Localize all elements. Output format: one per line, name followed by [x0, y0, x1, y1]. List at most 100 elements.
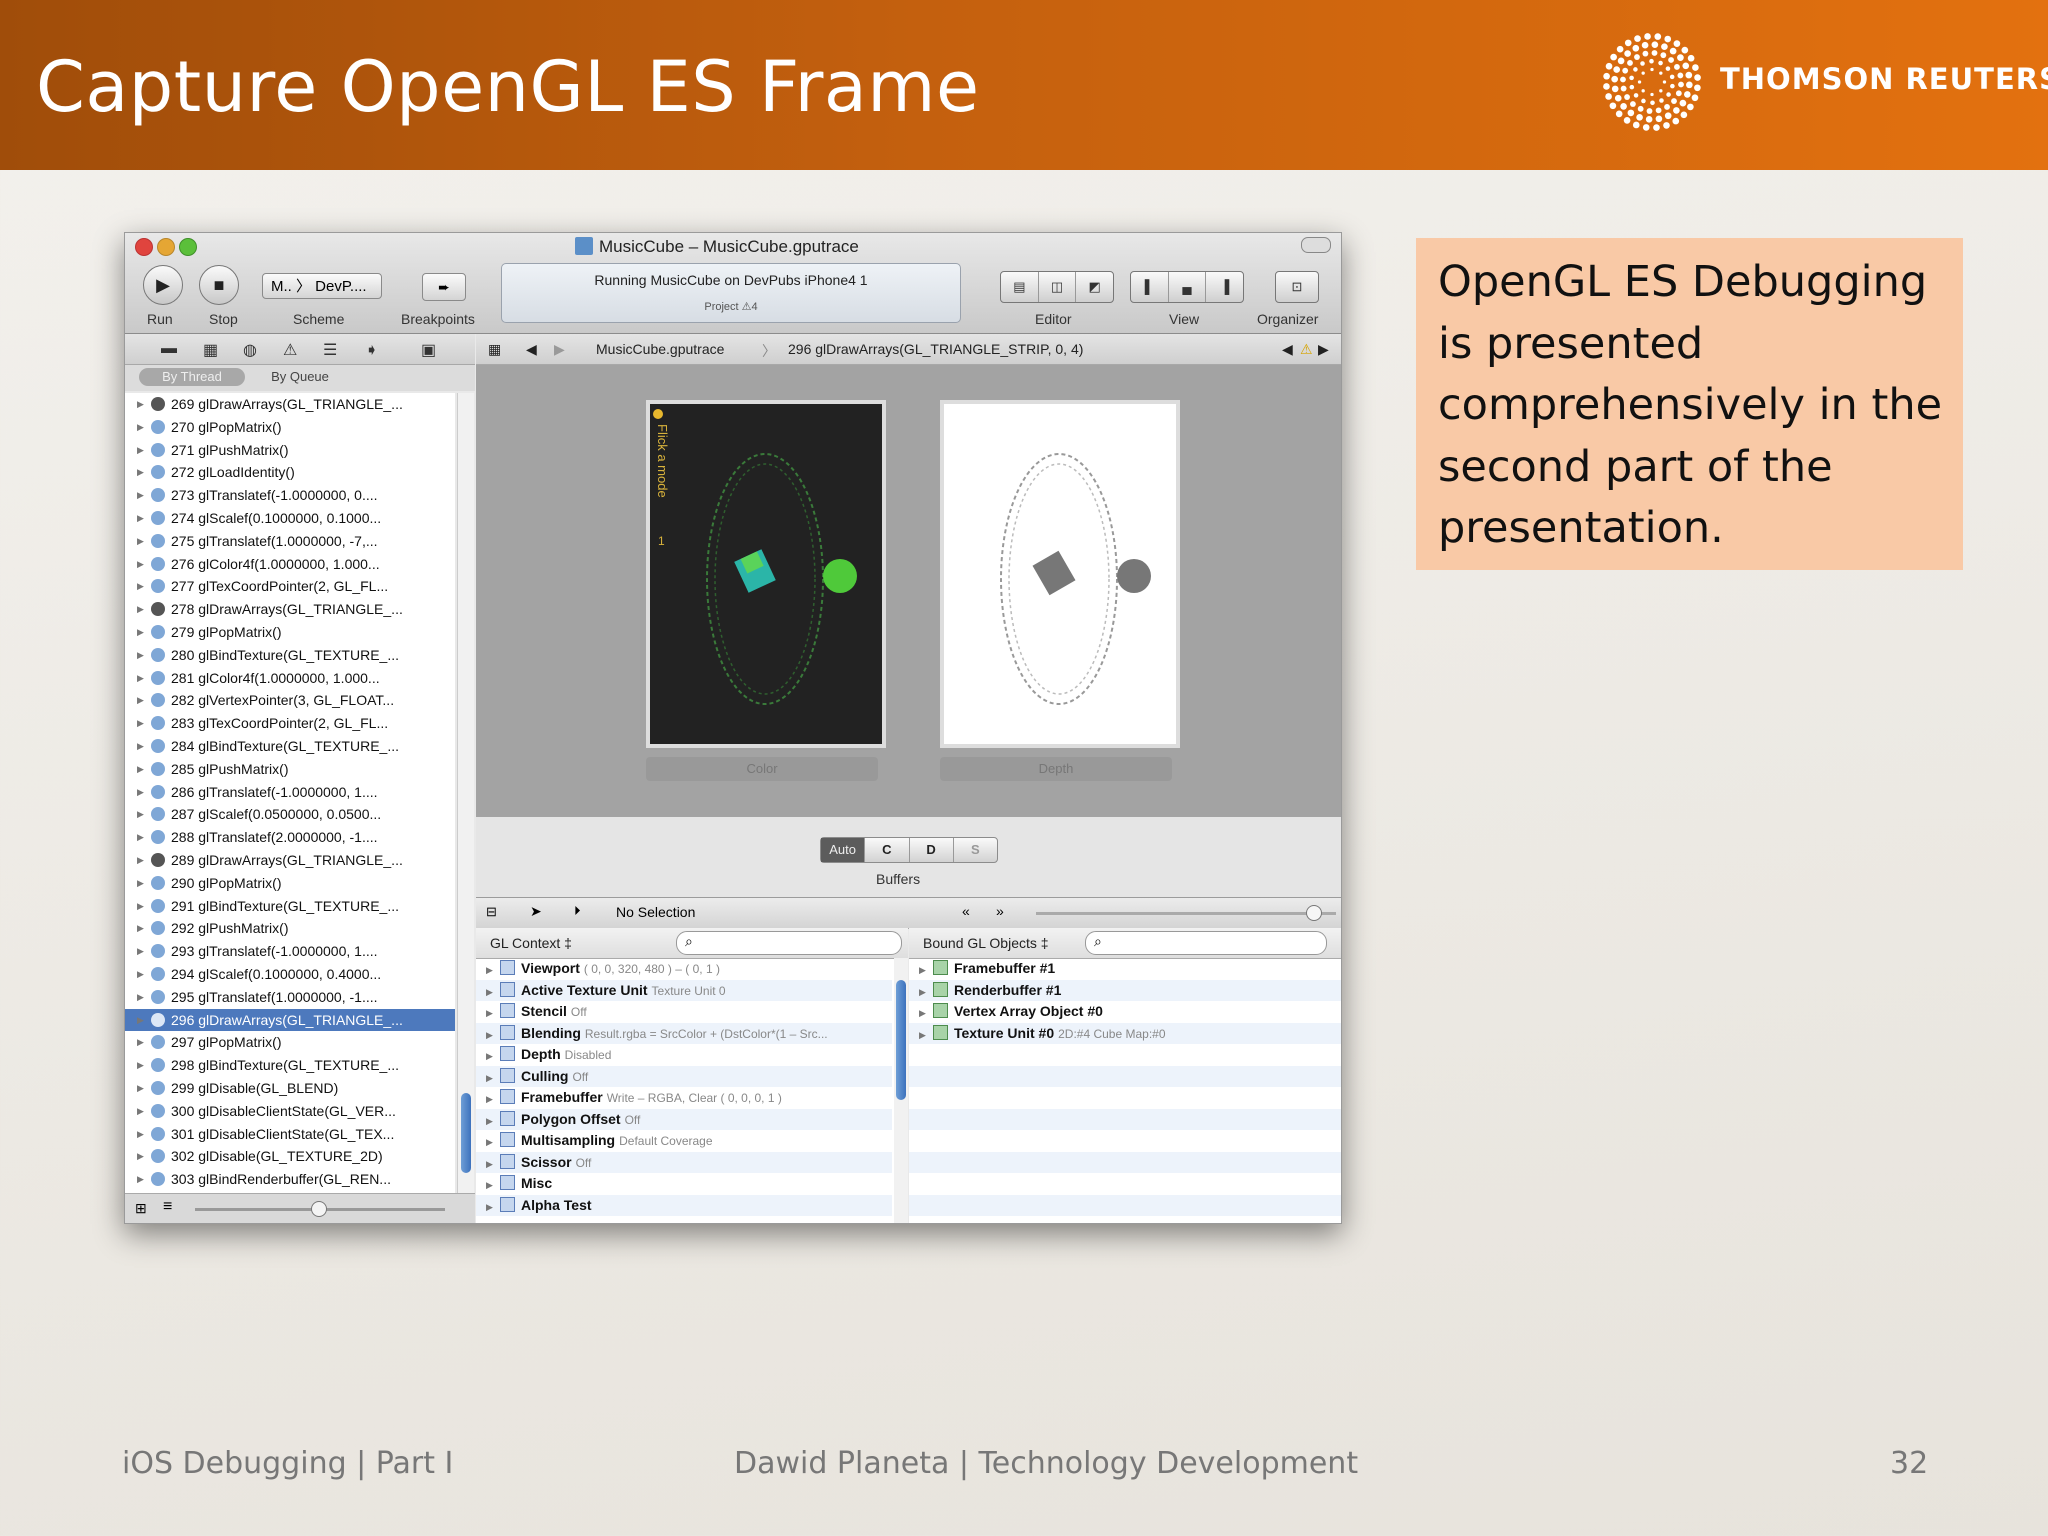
disclosure-triangle-icon[interactable]: ▶: [137, 781, 144, 804]
navigator-scroll-thumb[interactable]: [461, 1093, 471, 1173]
disclosure-triangle-icon[interactable]: ▶: [137, 849, 144, 872]
call-row[interactable]: ▶ 286 glTranslatef(-1.0000000, 1....: [125, 781, 455, 804]
disclosure-triangle-icon[interactable]: ▶: [486, 1197, 500, 1219]
call-row[interactable]: ▶ 293 glTranslatef(-1.0000000, 1....: [125, 940, 455, 963]
disclosure-triangle-icon[interactable]: ▶: [137, 1054, 144, 1077]
call-row[interactable]: ▶ 276 glColor4f(1.0000000, 1.000...: [125, 553, 455, 576]
gl-context-scrollbar[interactable]: [894, 958, 908, 1223]
call-row[interactable]: ▶ 294 glScalef(0.1000000, 0.4000...: [125, 963, 455, 986]
back-arrow-icon[interactable]: ◀: [526, 341, 537, 358]
project-navigator-icon[interactable]: ▬: [161, 340, 177, 358]
disclosure-triangle-icon[interactable]: ▶: [486, 1111, 500, 1133]
disclosure-triangle-icon[interactable]: ▶: [486, 1089, 500, 1111]
rewind-icon[interactable]: «: [962, 903, 970, 919]
variable-row[interactable]: ▶ Renderbuffer #1: [909, 979, 1341, 1001]
stop-button[interactable]: ■: [199, 265, 239, 305]
disclosure-triangle-icon[interactable]: ▶: [137, 689, 144, 712]
variable-row[interactable]: ▶ Alpha Test: [476, 1194, 892, 1219]
call-row[interactable]: ▶ 295 glTranslatef(1.0000000, -1....: [125, 986, 455, 1009]
disclosure-triangle-icon[interactable]: ▶: [137, 1009, 144, 1032]
variable-row[interactable]: ▶ Active Texture Unit Texture Unit 0: [476, 979, 892, 1004]
disclosure-triangle-icon[interactable]: ▶: [137, 484, 144, 507]
variable-row[interactable]: ▶ Framebuffer #1: [909, 958, 1341, 980]
disclosure-triangle-icon[interactable]: ▶: [137, 530, 144, 553]
view-segmented-control[interactable]: ▌ ▄ ▐: [1130, 271, 1244, 303]
call-row[interactable]: ▶ 279 glPopMatrix(): [125, 621, 455, 644]
buffers-segmented-control[interactable]: Auto C D S: [820, 837, 998, 863]
run-button[interactable]: ▶: [143, 265, 183, 305]
call-row[interactable]: ▶ 282 glVertexPointer(3, GL_FLOAT...: [125, 689, 455, 712]
log-navigator-icon[interactable]: ▣: [421, 340, 436, 360]
call-row[interactable]: ▶ 292 glPushMatrix(): [125, 917, 455, 940]
hide-debug-area-icon[interactable]: ⊟: [486, 904, 497, 920]
breakpoints-button[interactable]: ➨: [422, 273, 466, 301]
standard-editor-icon[interactable]: ▤: [1001, 272, 1039, 302]
related-files-icon[interactable]: ▦: [488, 341, 501, 358]
disclosure-triangle-icon[interactable]: ▶: [919, 960, 933, 982]
call-row[interactable]: ▶ 287 glScalef(0.0500000, 0.0500...: [125, 803, 455, 826]
toolbar-toggle-button[interactable]: [1301, 237, 1331, 253]
by-thread-button[interactable]: By Thread: [139, 368, 245, 386]
disclosure-triangle-icon[interactable]: ▶: [137, 644, 144, 667]
disclosure-triangle-icon[interactable]: ▶: [137, 393, 144, 416]
fast-forward-icon[interactable]: »: [996, 903, 1004, 919]
variable-row[interactable]: ▶ Blending Result.rgba = SrcColor + (DstCo…: [476, 1022, 892, 1044]
variable-row[interactable]: ▶ Polygon Offset Off: [476, 1108, 892, 1133]
zoom-button[interactable]: [179, 238, 197, 256]
call-row[interactable]: ▶ 297 glPopMatrix(): [125, 1031, 455, 1054]
call-row[interactable]: ▶ 284 glBindTexture(GL_TEXTURE_...: [125, 735, 455, 758]
disclosure-triangle-icon[interactable]: ▶: [137, 872, 144, 895]
variable-row[interactable]: ▶ Multisampling Default Coverage: [476, 1130, 892, 1152]
organizer-icon[interactable]: ⊡: [1276, 272, 1318, 302]
disclosure-triangle-icon[interactable]: ▶: [137, 553, 144, 576]
variable-row[interactable]: ▶ Culling Off: [476, 1065, 892, 1087]
disclosure-triangle-icon[interactable]: ▶: [137, 461, 144, 484]
call-row[interactable]: ▶ 285 glPushMatrix(): [125, 758, 455, 781]
call-row[interactable]: ▶ 272 glLoadIdentity(): [125, 461, 455, 484]
bound-objects-search[interactable]: ⌕: [1085, 931, 1327, 955]
disclosure-triangle-icon[interactable]: ▶: [137, 895, 144, 918]
variable-row[interactable]: ▶ Scissor Off: [476, 1151, 892, 1173]
location-arrow-icon[interactable]: ➤: [530, 903, 542, 920]
buffer-option[interactable]: D: [910, 838, 954, 862]
call-row[interactable]: ▶ 283 glTexCoordPointer(2, GL_FL...: [125, 712, 455, 735]
scheme-popup[interactable]: M.. 〉 DevP....: [262, 273, 382, 299]
disclosure-triangle-icon[interactable]: ▶: [137, 758, 144, 781]
search-navigator-icon[interactable]: ◍: [243, 340, 257, 360]
call-row[interactable]: ▶ 275 glTranslatef(1.0000000, -7,...: [125, 530, 455, 553]
jump-file[interactable]: MusicCube.gputrace: [596, 341, 724, 357]
call-row[interactable]: ▶ 280 glBindTexture(GL_TEXTURE_...: [125, 644, 455, 667]
issue-navigator-icon[interactable]: ⚠: [283, 340, 297, 360]
symbol-navigator-icon[interactable]: ▦: [203, 340, 218, 360]
disclosure-triangle-icon[interactable]: ▶: [137, 1100, 144, 1123]
call-row[interactable]: ▶ 269 glDrawArrays(GL_TRIANGLE_...: [125, 393, 455, 416]
variable-row[interactable]: ▶ Texture Unit #0 2D:#4 Cube Map:#0: [909, 1022, 1341, 1047]
disclosure-triangle-icon[interactable]: ▶: [486, 982, 500, 1004]
bound-objects-popup[interactable]: Bound GL Objects ‡: [923, 935, 1049, 951]
disclosure-triangle-icon[interactable]: ▶: [919, 1025, 933, 1047]
buffer-option[interactable]: C: [865, 838, 910, 862]
call-row[interactable]: ▶ 299 glDisable(GL_BLEND): [125, 1077, 455, 1100]
debug-area-toggle-icon[interactable]: ▄: [1169, 272, 1207, 302]
disclosure-triangle-icon[interactable]: ▶: [137, 507, 144, 530]
variable-row[interactable]: ▶ Vertex Array Object #0: [909, 1001, 1341, 1023]
disclosure-triangle-icon[interactable]: ▶: [137, 598, 144, 621]
call-row[interactable]: ▶ 271 glPushMatrix(): [125, 439, 455, 462]
call-row[interactable]: ▶ 289 glDrawArrays(GL_TRIANGLE_...: [125, 849, 455, 872]
disclosure-triangle-icon[interactable]: ▶: [137, 712, 144, 735]
disclosure-triangle-icon[interactable]: ▶: [137, 826, 144, 849]
variable-row[interactable]: ▶ Framebuffer Write – RGBA, Clear ( 0, 0, …: [476, 1087, 892, 1109]
detail-slider-knob[interactable]: [311, 1201, 327, 1217]
call-row[interactable]: ▶ 302 glDisable(GL_TEXTURE_2D): [125, 1145, 455, 1168]
call-row[interactable]: ▶ 298 glBindTexture(GL_TEXTURE_...: [125, 1054, 455, 1077]
call-row[interactable]: ▶ 303 glBindRenderbuffer(GL_REN...: [125, 1168, 455, 1191]
version-editor-icon[interactable]: ◩: [1076, 272, 1113, 302]
disclosure-triangle-icon[interactable]: ▶: [137, 735, 144, 758]
disclosure-triangle-icon[interactable]: ▶: [137, 1145, 144, 1168]
disclosure-triangle-icon[interactable]: ▶: [137, 917, 144, 940]
call-row[interactable]: ▶ 281 glColor4f(1.0000000, 1.000...: [125, 667, 455, 690]
disclosure-triangle-icon[interactable]: ▶: [919, 1003, 933, 1025]
disclosure-triangle-icon[interactable]: ▶: [137, 986, 144, 1009]
call-row[interactable]: ▶ 278 glDrawArrays(GL_TRIANGLE_...: [125, 598, 455, 621]
disclosure-triangle-icon[interactable]: ▶: [137, 803, 144, 826]
